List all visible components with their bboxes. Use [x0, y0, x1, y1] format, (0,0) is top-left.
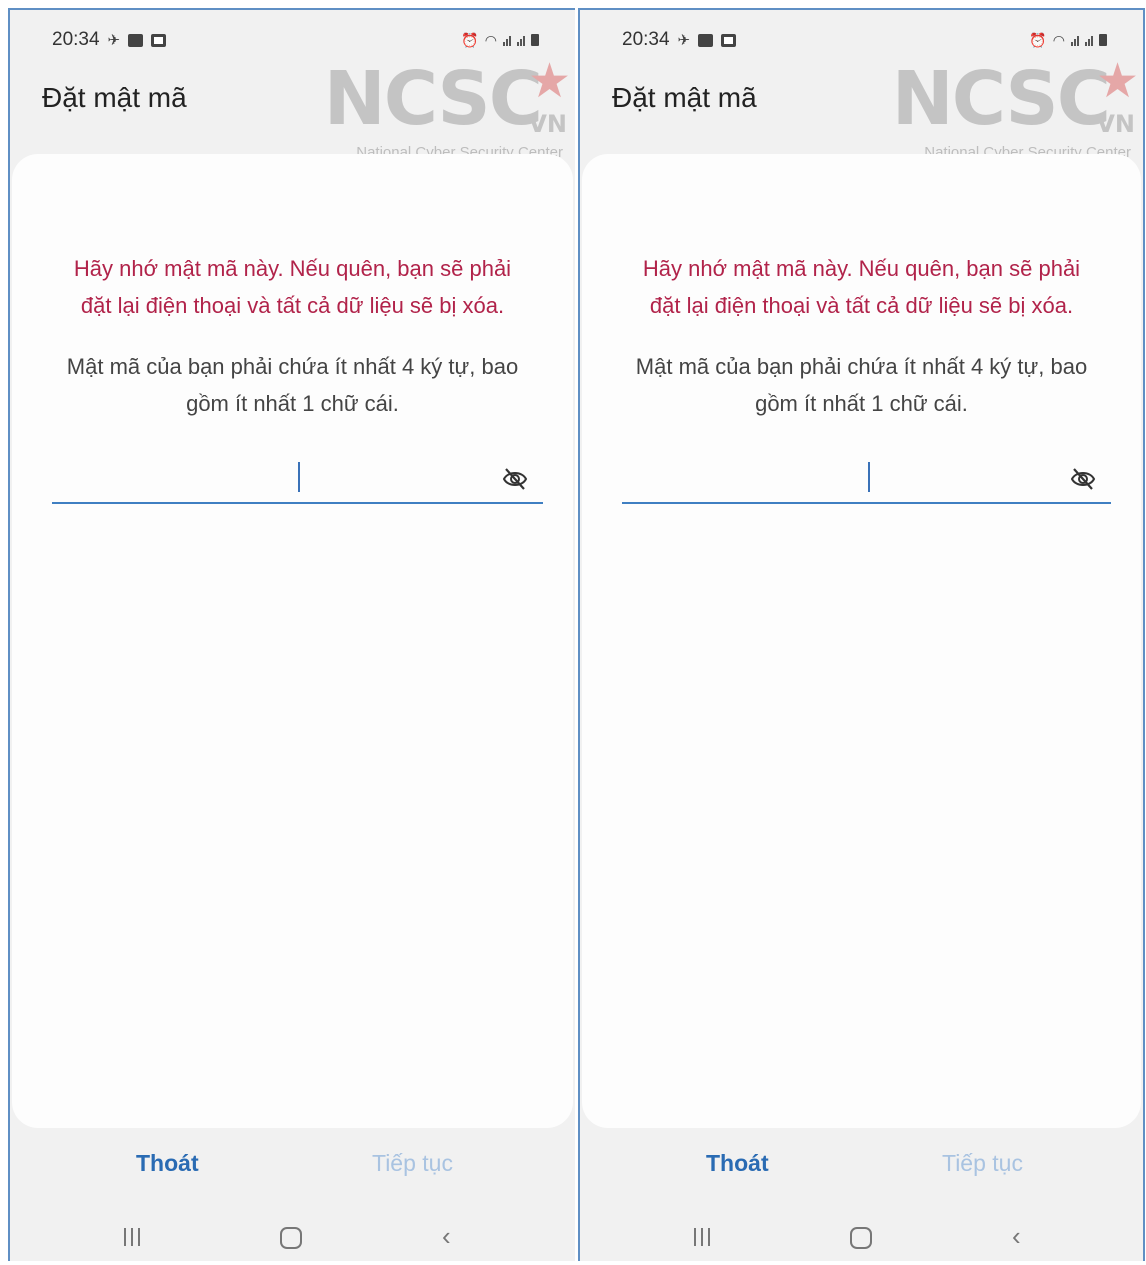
page-title: Đặt mật mã — [612, 82, 757, 113]
eye-off-icon[interactable] — [1069, 466, 1097, 492]
text-cursor — [298, 462, 300, 492]
battery-icon — [531, 34, 539, 46]
eye-off-icon[interactable] — [501, 466, 529, 492]
bottom-actions: Thoát Tiếp tục — [10, 1150, 575, 1190]
signal-icon — [503, 34, 511, 46]
bottom-actions: Thoát Tiếp tục — [580, 1150, 1143, 1190]
passcode-input[interactable] — [622, 456, 1111, 504]
message-icon — [128, 33, 144, 47]
exit-button[interactable]: Thoát — [706, 1150, 769, 1177]
battery-icon — [1099, 34, 1107, 46]
alarm-icon: ⏰ — [461, 31, 479, 48]
status-time: 20:34 — [622, 29, 670, 50]
ncsc-logo: NCSC ★ VN National Cyber Security Center — [891, 55, 1139, 162]
back-icon[interactable]: ‹ — [442, 1223, 451, 1249]
requirement-text: Mật mã của bạn phải chứa ít nhất 4 ký tự… — [635, 354, 1088, 416]
navigation-bar: ‹ — [580, 1218, 1143, 1261]
wifi-icon: ◠ — [1052, 31, 1065, 48]
signal-icon — [517, 34, 525, 46]
star-icon: ★ — [1095, 55, 1139, 108]
phone-screen-left: 20:34 ✈ ⏰ ◠ Đặt mật mã NCSC ★ VN Nationa… — [8, 8, 575, 1261]
alarm-icon: ⏰ — [1029, 31, 1047, 48]
calendar-icon — [721, 33, 737, 47]
text-cursor — [868, 462, 870, 492]
wifi-icon: ◠ — [484, 31, 497, 48]
passcode-input[interactable] — [52, 456, 543, 504]
home-icon[interactable] — [280, 1227, 302, 1249]
location-pin-icon: ✈ — [677, 32, 691, 49]
recents-icon[interactable] — [694, 1228, 710, 1246]
location-pin-icon: ✈ — [107, 32, 121, 49]
continue-button[interactable]: Tiếp tục — [942, 1150, 1023, 1177]
signal-icon — [1071, 34, 1079, 46]
passcode-card: Hãy nhớ mật mã này. Nếu quên, bạn sẽ phả… — [582, 154, 1141, 1128]
recents-icon[interactable] — [124, 1228, 140, 1246]
passcode-card: Hãy nhớ mật mã này. Nếu quên, bạn sẽ phả… — [12, 154, 573, 1128]
navigation-bar: ‹ — [10, 1218, 575, 1261]
star-icon: ★ — [527, 55, 571, 108]
warning-text: Hãy nhớ mật mã này. Nếu quên, bạn sẽ phả… — [73, 256, 512, 318]
page-title: Đặt mật mã — [42, 82, 187, 113]
phone-screen-right: 20:34 ✈ ⏰ ◠ Đặt mật mã NCSC ★ VN Nationa… — [578, 8, 1145, 1261]
signal-icon — [1085, 34, 1093, 46]
message-icon — [698, 33, 714, 47]
status-time: 20:34 — [52, 29, 100, 50]
back-icon[interactable]: ‹ — [1012, 1223, 1021, 1249]
requirement-text: Mật mã của bạn phải chứa ít nhất 4 ký tự… — [66, 354, 519, 416]
warning-text: Hãy nhớ mật mã này. Nếu quên, bạn sẽ phả… — [642, 256, 1081, 318]
home-icon[interactable] — [850, 1227, 872, 1249]
exit-button[interactable]: Thoát — [136, 1150, 199, 1177]
calendar-icon — [151, 33, 167, 47]
continue-button[interactable]: Tiếp tục — [372, 1150, 453, 1177]
ncsc-logo: NCSC ★ VN National Cyber Security Center — [323, 55, 571, 162]
